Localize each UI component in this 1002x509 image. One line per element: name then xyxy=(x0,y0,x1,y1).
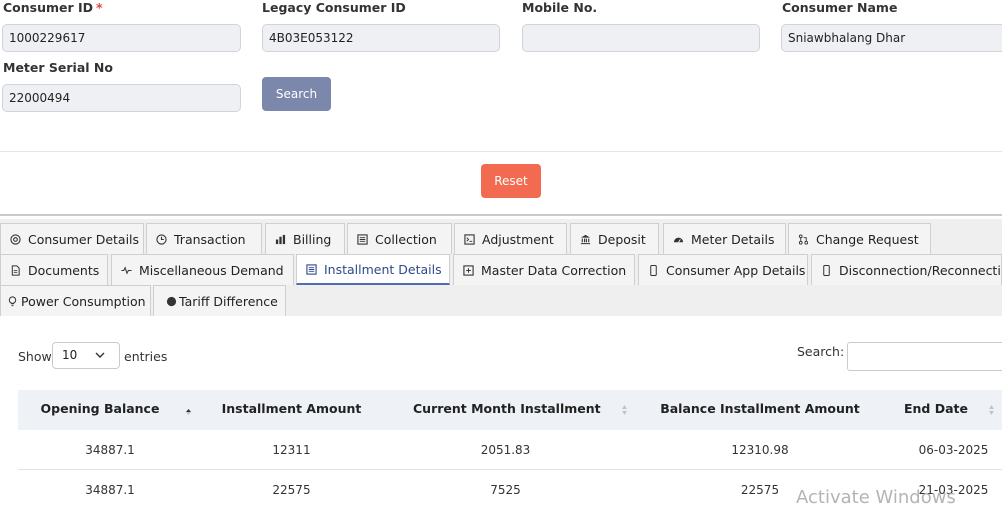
tab-label: Adjustment xyxy=(482,231,554,247)
tab-disconnection-reconnection[interactable]: Disconnection/Reconnection xyxy=(811,254,1002,285)
entries-label: entries xyxy=(124,349,168,364)
tab-label: Change Request xyxy=(816,231,919,247)
target-icon xyxy=(10,233,21,245)
tab-label: Documents xyxy=(28,262,100,278)
tab-master-data-correction[interactable]: Master Data Correction xyxy=(453,254,635,285)
tab-label: Installment Details xyxy=(324,261,442,277)
clock-icon xyxy=(156,233,167,245)
tab-label: Billing xyxy=(293,231,332,247)
tab-tariff-difference[interactable]: Tariff Difference xyxy=(153,285,286,316)
page-length-select[interactable]: 10 xyxy=(52,342,120,369)
plus-square-icon xyxy=(463,264,474,276)
consumer-id-input[interactable]: 1000229617 xyxy=(2,24,241,52)
table-cell: 12311 xyxy=(272,443,311,457)
tab-billing[interactable]: Billing xyxy=(265,223,345,254)
tab-power-consumption[interactable]: Power Consumption xyxy=(0,285,151,316)
table-cell: 2051.83 xyxy=(480,443,531,457)
search-button[interactable]: Search xyxy=(262,77,331,111)
tab-label: Collection xyxy=(375,231,437,247)
tab-installment-details[interactable]: Installment Details xyxy=(296,254,450,285)
reset-button[interactable]: Reset xyxy=(481,164,541,198)
tab-collection[interactable]: Collection xyxy=(347,223,452,254)
tab-label: Miscellaneous Demand xyxy=(139,262,284,278)
tab-label: Deposit xyxy=(598,231,646,247)
divider xyxy=(0,214,1002,216)
table-cell: 34887.1 xyxy=(85,443,135,457)
table-cell: 12310.98 xyxy=(731,443,789,457)
sort-icon[interactable] xyxy=(988,404,995,416)
consumer-name-input[interactable]: Sniawbhalang Dhar xyxy=(781,24,1002,52)
phone-icon xyxy=(821,264,832,276)
required-marker: * xyxy=(96,0,103,15)
meter-serial-no-input[interactable]: 22000494 xyxy=(2,84,241,112)
table-cell: 7525 xyxy=(490,483,521,497)
column-header-current-month-installment[interactable]: Current Month Installment xyxy=(413,390,601,430)
tab-meter-details[interactable]: Meter Details xyxy=(663,223,786,254)
mobile-no-label: Mobile No. xyxy=(522,0,598,15)
sort-asc-icon[interactable] xyxy=(185,404,192,416)
show-label: Show xyxy=(18,349,52,364)
activate-windows-watermark: Activate Windows xyxy=(796,487,956,508)
consumer-id-label: Consumer ID * xyxy=(3,0,103,15)
tab-label: Power Consumption xyxy=(21,293,146,309)
tab-label: Tariff Difference xyxy=(179,293,278,309)
git-pull-icon xyxy=(798,233,809,245)
page-length-value: 10 xyxy=(62,348,78,362)
tab-miscellaneous-demand[interactable]: Miscellaneous Demand xyxy=(111,254,294,285)
tab-consumer-details[interactable]: Consumer Details xyxy=(0,223,144,254)
phone-icon xyxy=(648,264,659,276)
tab-label: Meter Details xyxy=(691,231,775,247)
meter-serial-no-label: Meter Serial No xyxy=(3,60,113,75)
tab-deposit[interactable]: Deposit xyxy=(570,223,659,254)
column-header-installment-amount[interactable]: Installment Amount xyxy=(214,390,369,430)
tab-label: Consumer App Details xyxy=(666,262,806,278)
legacy-consumer-id-input[interactable]: 4B03E053122 xyxy=(262,24,500,52)
table-cell: 22575 xyxy=(272,483,311,497)
terminal-icon xyxy=(464,233,475,245)
circle-icon xyxy=(166,296,177,307)
column-header-end-date[interactable]: End Date xyxy=(891,390,981,430)
tab-label: Disconnection/Reconnection xyxy=(839,262,1002,278)
table-header: Opening Balance Installment Amount Curre… xyxy=(18,390,1002,430)
bank-icon xyxy=(580,234,591,245)
tab-documents[interactable]: Documents xyxy=(0,254,108,285)
tab-consumer-app-details[interactable]: Consumer App Details xyxy=(638,254,808,285)
mobile-no-input[interactable] xyxy=(522,24,760,52)
table-row: 34887.1 12311 2051.83 12310.98 06-03-202… xyxy=(18,430,1002,470)
list-icon xyxy=(357,233,368,245)
bulb-icon xyxy=(7,295,18,307)
consumer-name-label: Consumer Name xyxy=(782,0,898,15)
table-cell: 34887.1 xyxy=(85,483,135,497)
search-label: Search: xyxy=(797,344,845,359)
chevron-down-icon xyxy=(95,352,105,358)
tab-transaction[interactable]: Transaction xyxy=(146,223,262,254)
tab-change-request[interactable]: Change Request xyxy=(788,223,931,254)
legacy-consumer-id-label: Legacy Consumer ID xyxy=(262,0,406,15)
tab-label: Master Data Correction xyxy=(481,262,627,278)
bar-chart-icon xyxy=(275,234,286,245)
gauge-icon xyxy=(673,234,684,245)
column-header-balance-installment-amount[interactable]: Balance Installment Amount xyxy=(660,390,860,430)
tab-label: Transaction xyxy=(174,231,246,247)
sort-icon[interactable] xyxy=(621,404,628,416)
divider xyxy=(0,151,1002,152)
table-cell: 06-03-2025 xyxy=(918,443,989,457)
tab-adjustment[interactable]: Adjustment xyxy=(454,223,567,254)
activity-icon xyxy=(121,265,132,276)
tab-label: Consumer Details xyxy=(28,231,140,247)
list-icon xyxy=(306,263,317,275)
column-header-opening-balance[interactable]: Opening Balance xyxy=(30,390,170,430)
table-search-input[interactable] xyxy=(847,342,1002,371)
document-icon xyxy=(10,264,21,276)
